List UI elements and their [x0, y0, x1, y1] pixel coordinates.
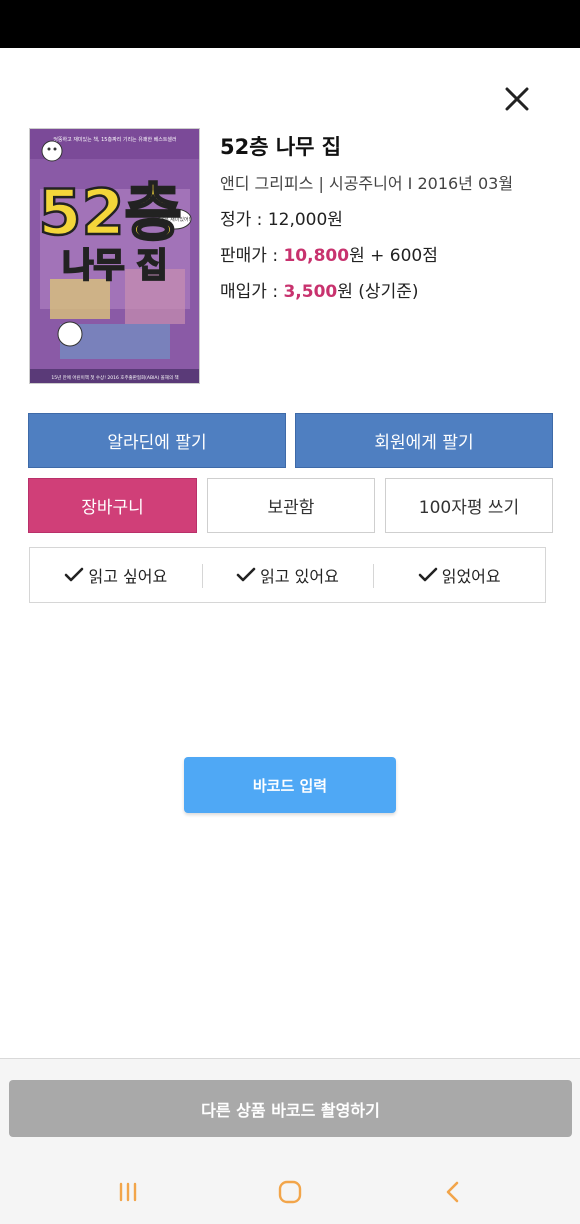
cart-button[interactable]: 장바구니 [28, 478, 197, 533]
sell-to-aladin-button[interactable]: 알라딘에 팔기 [28, 413, 286, 468]
reading-now-label: 읽고 있어요 [260, 567, 339, 586]
storage-button[interactable]: 보관함 [207, 478, 375, 533]
list-price-value: 12,000원 [267, 210, 343, 230]
status-bar [0, 0, 580, 48]
sale-price-suffix: 원 + 600점 [349, 246, 438, 266]
book-meta: 앤디 그리피스 | 시공주니어 I 2016년 03월 [220, 174, 514, 193]
sale-price-label: 판매가 : [220, 246, 284, 266]
book-cover-image[interactable]: 엉뚱하고 재미있는 책, 15층짜리 기리는 유쾌한 베스트셀러 너무 재미있어… [29, 128, 200, 384]
close-icon [505, 87, 529, 111]
cover-bottom-caption: 15년 만에 어린이책 첫 수상! 2016 호주출판협회(ABIA) 올해의 … [51, 374, 178, 381]
write-review-button[interactable]: 100자평 쓰기 [385, 478, 553, 533]
recents-button[interactable] [108, 1176, 148, 1208]
system-nav-bar [0, 1160, 580, 1224]
buy-price-suffix: 원 (상기준) [337, 282, 419, 302]
home-icon [278, 1180, 302, 1204]
have-read-label: 읽었어요 [441, 567, 501, 586]
check-icon [65, 567, 84, 582]
check-icon [236, 567, 256, 582]
sale-price-row: 판매가 : 10,800원 + 600점 [220, 244, 560, 268]
home-button[interactable] [270, 1176, 310, 1208]
buy-price-value: 3,500 [283, 282, 338, 302]
close-button[interactable] [500, 82, 534, 116]
book-title: 52층 나무 집 [220, 135, 342, 159]
sell-to-member-button[interactable]: 회원에게 팔기 [295, 413, 553, 468]
buy-price-label: 매입가 : [220, 282, 284, 302]
have-read-button[interactable]: 읽었어요 [373, 548, 545, 602]
cover-title-big: 52층 [38, 176, 181, 249]
list-price-label: 정가 : [220, 210, 268, 230]
check-icon [418, 567, 438, 582]
want-to-read-label: 읽고 싶어요 [88, 567, 168, 586]
reading-status-group: 읽고 싶어요 읽고 있어요 읽었어요 [29, 547, 546, 603]
sale-price-value: 10,800 [283, 246, 350, 266]
list-price-row: 정가 : 12,000원 [220, 208, 560, 232]
reading-now-button[interactable]: 읽고 있어요 [201, 548, 374, 602]
barcode-input-button[interactable]: 바코드 입력 [184, 757, 396, 813]
buy-price-row: 매입가 : 3,500원 (상기준) [220, 280, 560, 304]
recents-icon [119, 1182, 137, 1202]
back-button[interactable] [433, 1176, 473, 1208]
want-to-read-button[interactable]: 읽고 싶어요 [30, 548, 202, 602]
back-icon [446, 1181, 459, 1203]
cover-top-caption: 엉뚱하고 재미있는 책, 15층짜리 기리는 유쾌한 베스트셀러 [53, 136, 176, 143]
scan-other-barcode-button[interactable]: 다른 상품 바코드 촬영하기 [9, 1080, 572, 1137]
book-info: 52층 나무 집 앤디 그리피스 | 시공주니어 I 2016년 03월 정가 … [220, 132, 560, 304]
cover-title-sub: 나무 집 [62, 246, 168, 286]
